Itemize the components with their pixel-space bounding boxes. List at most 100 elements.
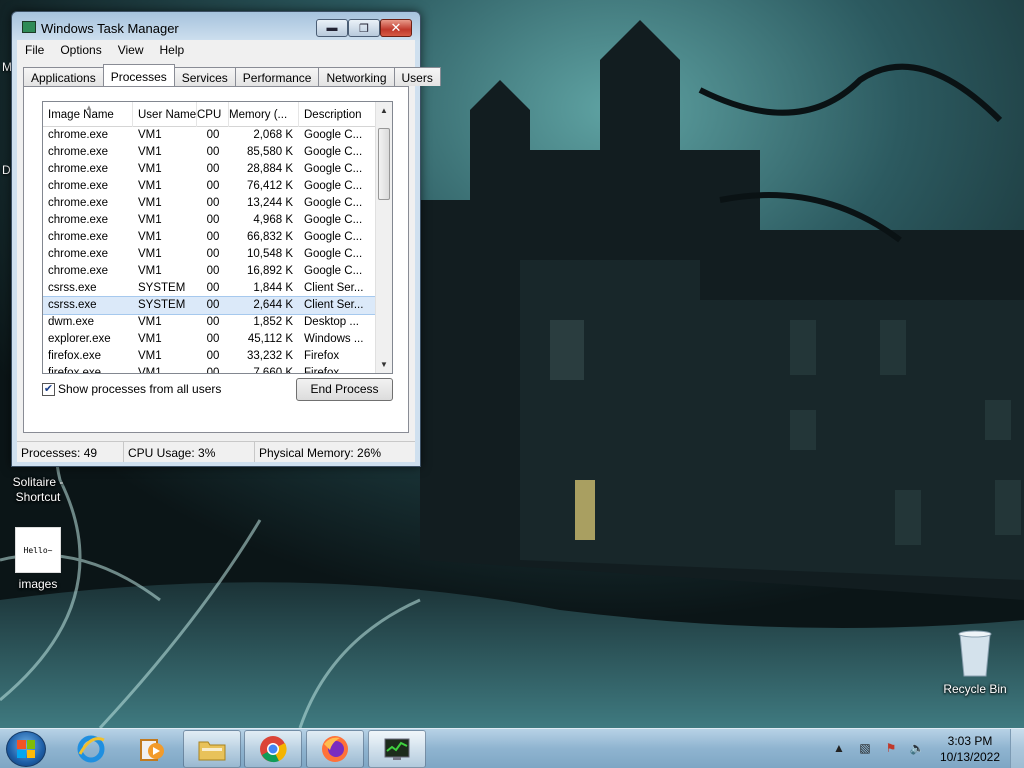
desktop-icon-label: images — [18, 577, 58, 591]
windows-logo-icon — [17, 740, 35, 758]
scroll-down-icon[interactable]: ▼ — [376, 356, 392, 373]
restore-icon: ❐ — [359, 22, 369, 35]
process-row[interactable]: chrome.exe VM1 00 4,968 K Google C... — [43, 212, 377, 229]
column-description[interactable]: Description — [299, 102, 377, 127]
cell-description: Windows ... — [304, 333, 364, 345]
cell-memory: 2,644 K — [253, 299, 293, 311]
cell-user-name: VM1 — [138, 163, 162, 175]
end-process-button[interactable]: End Process — [296, 378, 393, 401]
task-manager-icon — [22, 21, 36, 33]
clock[interactable]: 3:03 PM 10/13/2022 — [930, 733, 1010, 765]
process-row[interactable]: chrome.exe VM1 00 16,892 K Google C... — [43, 263, 377, 280]
process-row[interactable]: explorer.exe VM1 00 45,112 K Windows ... — [43, 331, 377, 348]
taskbar-internet-explorer[interactable] — [62, 730, 120, 768]
cell-description: Google C... — [304, 180, 363, 192]
volume-icon[interactable]: 🔈 — [909, 741, 925, 757]
process-list-header: ▲ Image Name User Name CPU Memory (... D… — [43, 102, 377, 127]
process-list-scrollbar[interactable]: ▲ ▼ — [375, 102, 392, 373]
process-row[interactable]: firefox.exe VM1 00 33,232 K Firefox — [43, 348, 377, 365]
cell-user-name: VM1 — [138, 350, 162, 362]
start-button[interactable] — [6, 731, 46, 767]
cell-cpu: 00 — [206, 129, 220, 141]
cell-user-name: VM1 — [138, 146, 162, 158]
minimize-button[interactable]: ▬ — [316, 19, 348, 37]
process-row[interactable]: chrome.exe VM1 00 76,412 K Google C... — [43, 178, 377, 195]
cell-description: Firefox — [304, 350, 340, 362]
process-row[interactable]: chrome.exe VM1 00 13,244 K Google C... — [43, 195, 377, 212]
cell-user-name: VM1 — [138, 316, 162, 328]
menu-options[interactable]: Options — [52, 43, 109, 57]
window-titlebar[interactable]: Windows Task Manager ▬ ❐ ✕ — [12, 12, 420, 40]
taskbar-chrome[interactable] — [244, 730, 302, 768]
close-icon: ✕ — [390, 20, 402, 35]
firefox-icon — [322, 736, 348, 762]
close-button[interactable]: ✕ — [380, 19, 412, 37]
cell-user-name: VM1 — [138, 367, 162, 374]
cell-cpu: 00 — [206, 316, 220, 328]
cell-description: Google C... — [304, 214, 363, 226]
cell-user-name: SYSTEM — [138, 299, 186, 311]
process-list[interactable]: ▲ Image Name User Name CPU Memory (... D… — [42, 101, 393, 374]
taskbar-file-explorer[interactable] — [183, 730, 241, 768]
process-row[interactable]: chrome.exe VM1 00 85,580 K Google C... — [43, 144, 377, 161]
scroll-up-icon[interactable]: ▲ — [376, 102, 392, 119]
show-all-processes[interactable]: ✔ Show processes from all users — [42, 382, 221, 396]
tab-networking[interactable]: Networking — [318, 67, 395, 86]
network-icon[interactable]: ▧ — [857, 741, 873, 757]
cell-description: Google C... — [304, 146, 363, 158]
action-center-flag-icon[interactable]: ⚑ — [883, 741, 899, 757]
taskbar: ▲ ▧ ⚑ 🔈 3:03 PM 10/13/2022 — [0, 728, 1024, 768]
tab-services[interactable]: Services — [173, 67, 236, 86]
cell-image-name: chrome.exe — [48, 248, 109, 260]
folder-icon — [198, 741, 226, 761]
cell-user-name: VM1 — [138, 265, 162, 277]
process-row[interactable]: csrss.exe SYSTEM 00 2,644 K Client Ser... — [43, 296, 378, 315]
show-desktop-button[interactable] — [1010, 729, 1024, 768]
desktop-icon-label: Shortcut — [15, 490, 61, 504]
cell-memory: 45,112 K — [247, 333, 293, 345]
column-cpu[interactable]: CPU — [197, 102, 229, 127]
cell-image-name: csrss.exe — [48, 282, 97, 294]
maximize-button[interactable]: ❐ — [348, 19, 380, 37]
task-manager-window: Windows Task Manager ▬ ❐ ✕ File Options … — [11, 11, 441, 467]
desktop-icon-recycle-bin[interactable]: Recycle Bin — [937, 682, 1013, 697]
desktop-icon-images[interactable]: Hello~ images — [1, 527, 75, 592]
cell-image-name: firefox.exe — [48, 350, 102, 362]
cell-user-name: VM1 — [138, 197, 162, 209]
taskbar-firefox[interactable] — [306, 730, 364, 768]
process-row[interactable]: dwm.exe VM1 00 1,852 K Desktop ... — [43, 314, 377, 331]
process-row[interactable]: chrome.exe VM1 00 28,884 K Google C... — [43, 161, 377, 178]
process-row[interactable]: chrome.exe VM1 00 10,548 K Google C... — [43, 246, 377, 263]
process-row[interactable]: chrome.exe VM1 00 66,832 K Google C... — [43, 229, 377, 246]
cell-cpu: 00 — [206, 146, 220, 158]
tab-users[interactable]: Users — [393, 67, 441, 86]
scrollbar-thumb[interactable] — [378, 128, 390, 200]
tab-processes[interactable]: Processes — [102, 64, 175, 86]
cell-memory: 13,244 K — [246, 197, 293, 209]
column-image-name[interactable]: ▲ Image Name — [43, 102, 133, 127]
column-user-name[interactable]: User Name — [133, 102, 197, 127]
menu-help[interactable]: Help — [152, 43, 193, 57]
column-memory[interactable]: Memory (... — [229, 102, 299, 127]
tab-performance[interactable]: Performance — [234, 67, 320, 86]
cell-memory: 1,844 K — [253, 282, 293, 294]
cell-description: Google C... — [304, 163, 363, 175]
cell-cpu: 00 — [206, 367, 220, 374]
desktop-icon-solitaire[interactable]: Solitaire - Shortcut — [1, 475, 75, 505]
desktop-icon-label: Recycle Bin — [943, 682, 1007, 696]
show-all-checkbox[interactable]: ✔ — [42, 382, 55, 396]
show-hidden-icons-icon[interactable]: ▲ — [831, 741, 847, 757]
cell-cpu: 00 — [206, 231, 220, 243]
cell-cpu: 00 — [206, 214, 220, 226]
cell-description: Google C... — [304, 197, 363, 209]
process-row[interactable]: csrss.exe SYSTEM 00 1,844 K Client Ser... — [43, 280, 377, 297]
cell-image-name: firefox.exe — [48, 367, 102, 374]
process-row[interactable]: chrome.exe VM1 00 2,068 K Google C... — [43, 127, 377, 144]
process-row[interactable]: firefox.exe VM1 00 7,660 K Firefox — [43, 365, 377, 374]
taskbar-media-player[interactable] — [122, 730, 180, 768]
menu-view[interactable]: View — [110, 43, 152, 57]
tab-applications[interactable]: Applications — [23, 67, 104, 86]
menu-file[interactable]: File — [17, 43, 52, 57]
taskbar-task-manager[interactable] — [368, 730, 426, 768]
status-bar: Processes: 49 CPU Usage: 3% Physical Mem… — [17, 441, 415, 462]
